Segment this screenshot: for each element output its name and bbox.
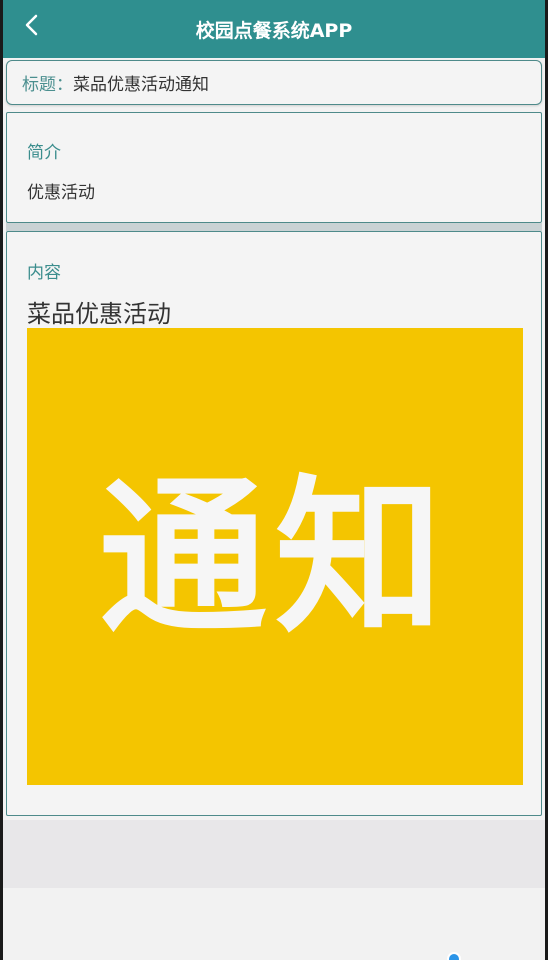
- notice-banner-image: 通知: [27, 328, 523, 785]
- footer-placeholder: [3, 820, 545, 888]
- page-title: 校园点餐系统APP: [195, 19, 353, 42]
- banner-text: 通知: [99, 457, 451, 656]
- title-label: 标题：: [22, 75, 73, 95]
- summary-text: 优惠活动: [27, 183, 95, 203]
- content-card: 内容 菜品优惠活动 通知: [6, 231, 542, 816]
- summary-card: 简介 优惠活动: [6, 112, 542, 223]
- chevron-left-icon: [22, 13, 42, 41]
- title-value: 菜品优惠活动通知: [73, 75, 209, 95]
- top-navigation-bar: 校园点餐系统APP: [3, 0, 545, 58]
- floating-indicator[interactable]: [447, 952, 461, 960]
- content-headline: 菜品优惠活动: [27, 300, 171, 328]
- section-divider: [6, 223, 542, 231]
- title-card: 标题： 菜品优惠活动通知: [6, 60, 542, 105]
- summary-label: 简介: [27, 143, 61, 163]
- content-label: 内容: [27, 263, 61, 283]
- back-button[interactable]: [17, 12, 47, 42]
- app-screen: 校园点餐系统APP 标题： 菜品优惠活动通知 简介 优惠活动 内容 菜品优惠活动…: [0, 0, 548, 960]
